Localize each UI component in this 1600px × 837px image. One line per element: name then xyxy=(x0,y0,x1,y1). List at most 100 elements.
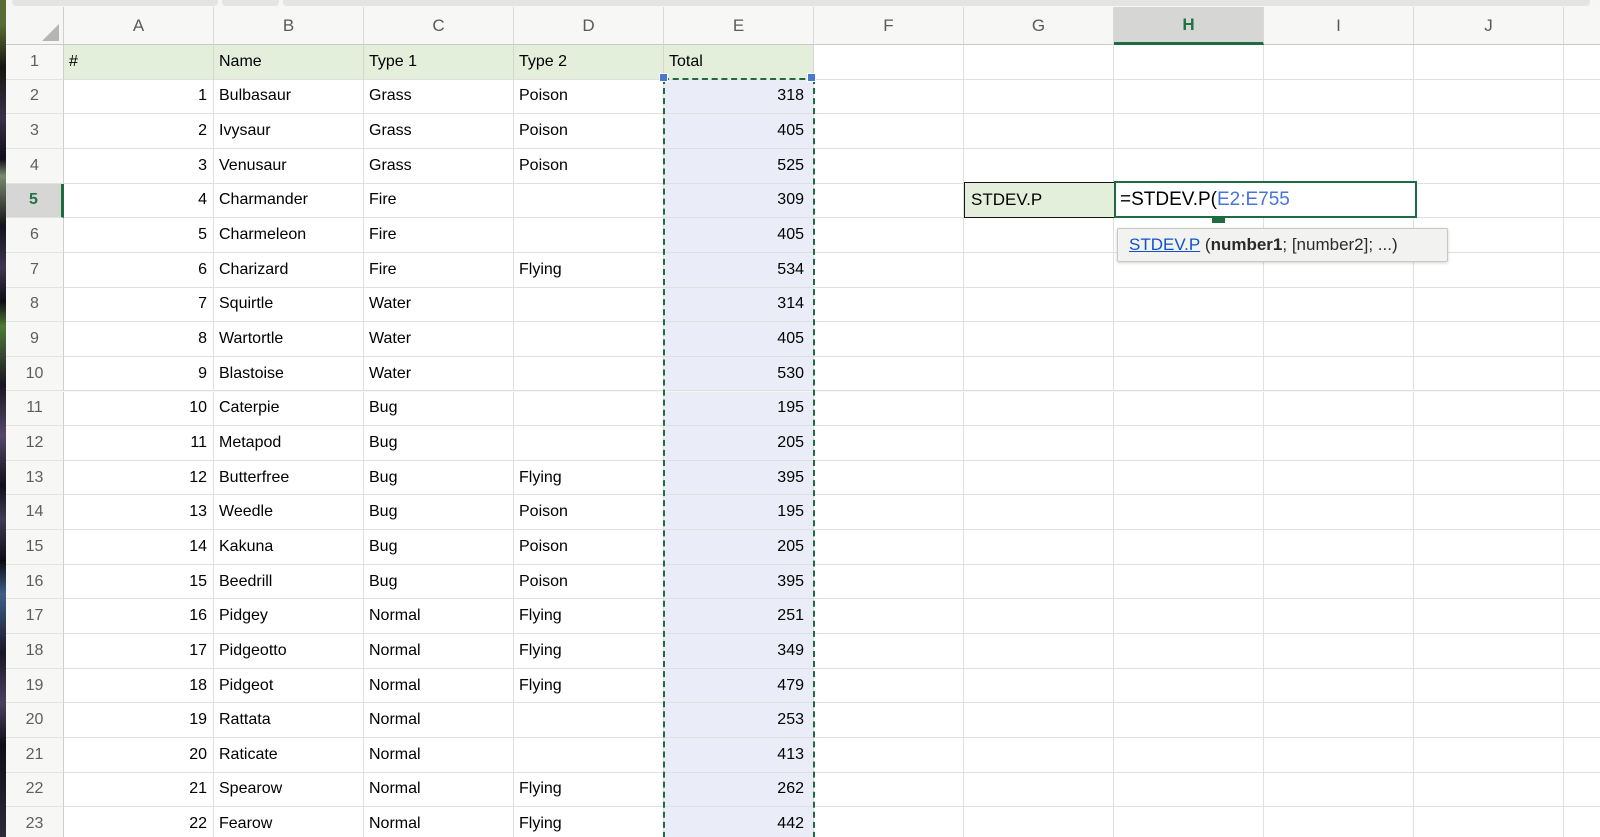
cell[interactable]: Caterpie xyxy=(214,392,364,427)
cell[interactable]: Normal xyxy=(364,773,514,808)
cell[interactable] xyxy=(1264,45,1414,80)
cell[interactable]: Fearow xyxy=(214,807,364,837)
cell[interactable] xyxy=(814,738,964,773)
cell[interactable]: 19 xyxy=(64,703,214,738)
fx-button[interactable] xyxy=(222,0,279,6)
cell[interactable]: Weedle xyxy=(214,495,364,530)
cell[interactable]: 16 xyxy=(64,599,214,634)
cell[interactable] xyxy=(1264,149,1414,184)
cell[interactable] xyxy=(1564,634,1600,669)
cell[interactable] xyxy=(1114,45,1264,80)
cell[interactable] xyxy=(514,426,664,461)
cell[interactable]: Kakuna xyxy=(214,530,364,565)
cell[interactable]: Water xyxy=(364,322,514,357)
cell[interactable]: Flying xyxy=(514,773,664,808)
cell[interactable]: 2 xyxy=(64,114,214,149)
name-box[interactable] xyxy=(12,0,218,6)
row-header-19[interactable]: 19 xyxy=(6,669,64,704)
formula-edit-cell[interactable]: =STDEV.P(E2:E755 xyxy=(1114,181,1417,218)
formula-bar-input[interactable] xyxy=(283,0,1590,6)
cell[interactable] xyxy=(1414,357,1564,392)
cell[interactable] xyxy=(1564,599,1600,634)
cell[interactable] xyxy=(964,807,1114,837)
cell[interactable]: Pidgeot xyxy=(214,669,364,704)
cell[interactable] xyxy=(964,773,1114,808)
cell[interactable] xyxy=(1564,80,1600,115)
range-handle-top-left[interactable] xyxy=(659,73,668,82)
cell[interactable] xyxy=(814,807,964,837)
cell[interactable] xyxy=(814,45,964,80)
row-header-22[interactable]: 22 xyxy=(6,773,64,808)
cell[interactable] xyxy=(1114,634,1264,669)
cell[interactable] xyxy=(1114,773,1264,808)
cell[interactable]: Flying xyxy=(514,807,664,837)
cell[interactable] xyxy=(1414,114,1564,149)
cell[interactable] xyxy=(514,357,664,392)
cell[interactable]: 413 xyxy=(664,738,814,773)
cell[interactable] xyxy=(1114,703,1264,738)
cell[interactable] xyxy=(1414,184,1564,219)
cell[interactable] xyxy=(1414,703,1564,738)
cell[interactable]: Charmeleon xyxy=(214,218,364,253)
cell[interactable] xyxy=(1414,80,1564,115)
cell[interactable]: Raticate xyxy=(214,738,364,773)
cell[interactable] xyxy=(1114,149,1264,184)
cell[interactable] xyxy=(1564,392,1600,427)
cell[interactable]: Poison xyxy=(514,565,664,600)
cell[interactable] xyxy=(1414,530,1564,565)
cell[interactable]: Grass xyxy=(364,80,514,115)
cell[interactable] xyxy=(964,530,1114,565)
cell[interactable] xyxy=(1114,392,1264,427)
cell[interactable] xyxy=(964,288,1114,323)
cell[interactable] xyxy=(1414,773,1564,808)
cell[interactable]: Venusaur xyxy=(214,149,364,184)
cell[interactable] xyxy=(1264,426,1414,461)
cell[interactable]: Normal xyxy=(364,807,514,837)
cell[interactable] xyxy=(964,426,1114,461)
cell[interactable]: 262 xyxy=(664,773,814,808)
cell[interactable]: Normal xyxy=(364,703,514,738)
cell[interactable] xyxy=(964,149,1114,184)
cell[interactable] xyxy=(1414,45,1564,80)
row-header-20[interactable]: 20 xyxy=(6,703,64,738)
cell[interactable] xyxy=(1564,738,1600,773)
cell[interactable]: 309 xyxy=(664,184,814,219)
cell[interactable] xyxy=(514,184,664,219)
cell[interactable] xyxy=(514,738,664,773)
cell[interactable]: 525 xyxy=(664,149,814,184)
cell[interactable]: 13 xyxy=(64,495,214,530)
column-header-I[interactable]: I xyxy=(1264,7,1414,45)
column-header-D[interactable]: D xyxy=(514,7,664,45)
cell[interactable]: 22 xyxy=(64,807,214,837)
cell[interactable] xyxy=(1414,426,1564,461)
cell[interactable] xyxy=(1114,669,1264,704)
cell[interactable] xyxy=(814,495,964,530)
cell[interactable] xyxy=(964,495,1114,530)
cell[interactable]: Water xyxy=(364,357,514,392)
cell[interactable] xyxy=(1264,565,1414,600)
cell[interactable] xyxy=(1414,461,1564,496)
cell[interactable]: 18 xyxy=(64,669,214,704)
cell[interactable] xyxy=(814,426,964,461)
cell[interactable] xyxy=(514,392,664,427)
cell[interactable] xyxy=(814,149,964,184)
cell[interactable] xyxy=(1264,773,1414,808)
cell[interactable]: Bulbasaur xyxy=(214,80,364,115)
cell[interactable] xyxy=(814,114,964,149)
cell[interactable] xyxy=(1114,80,1264,115)
cell[interactable]: 21 xyxy=(64,773,214,808)
cell[interactable]: Fire xyxy=(364,184,514,219)
cell[interactable] xyxy=(814,773,964,808)
cell[interactable] xyxy=(1564,426,1600,461)
cell[interactable]: Type 2 xyxy=(514,45,664,80)
column-header-H[interactable]: H xyxy=(1114,7,1264,45)
row-header-10[interactable]: 10 xyxy=(6,357,64,392)
cell[interactable]: Bug xyxy=(364,495,514,530)
column-header-E[interactable]: E xyxy=(664,7,814,45)
cell[interactable]: Fire xyxy=(364,218,514,253)
cell[interactable] xyxy=(964,218,1114,253)
cell[interactable] xyxy=(1564,184,1600,219)
cell[interactable] xyxy=(1564,703,1600,738)
cell[interactable]: Bug xyxy=(364,530,514,565)
cell[interactable]: 12 xyxy=(64,461,214,496)
